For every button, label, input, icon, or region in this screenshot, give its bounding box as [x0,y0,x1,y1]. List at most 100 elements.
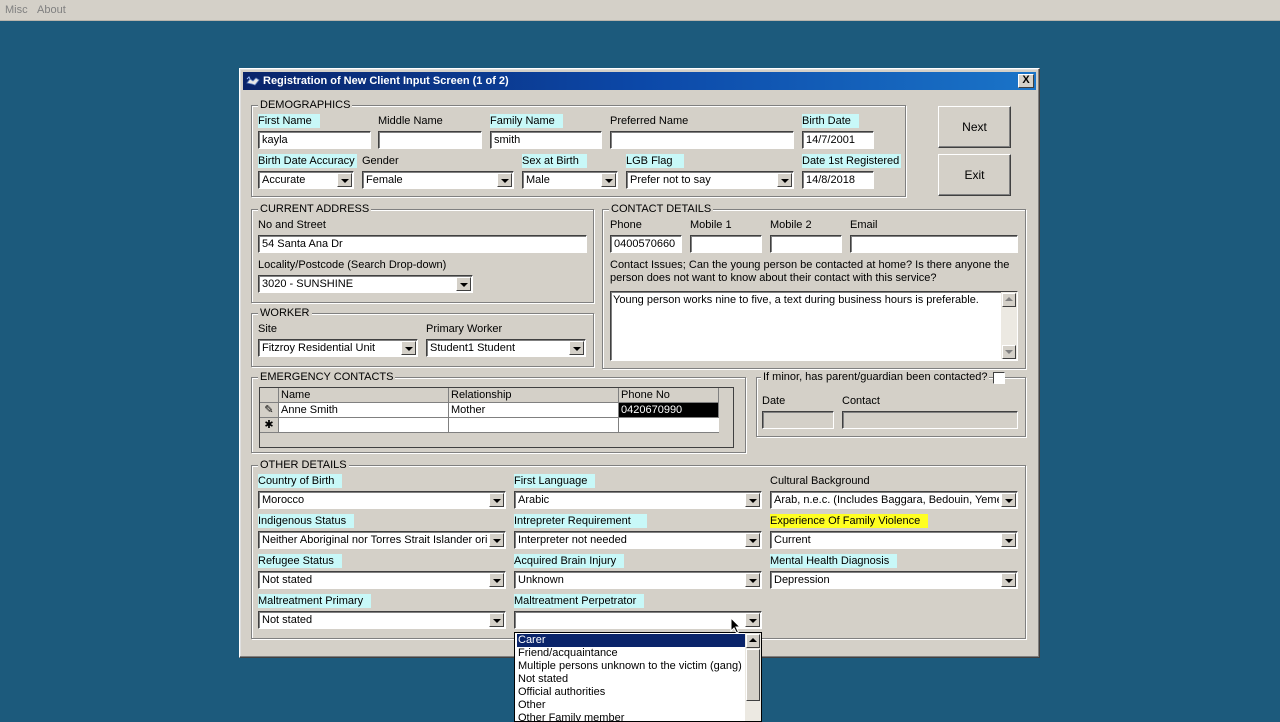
mental-health-select[interactable]: Depression [770,571,1018,589]
column-header-phone[interactable]: Phone No [619,388,719,403]
demographics-title: DEMOGRAPHICS [258,99,353,111]
indigenous-status-value: Neither Aboriginal nor Torres Strait Isl… [262,534,487,546]
contact-issues-label-2: person does not want to know about their… [610,272,937,284]
gender-select[interactable]: Female [362,171,514,189]
chevron-down-icon[interactable] [745,533,760,547]
lgb-flag-label: LGB Flag [626,154,685,168]
birth-date-accuracy-select[interactable]: Accurate [258,171,354,189]
maltreatment-perpetrator-dropdown[interactable]: Carer Friend/acquaintance Multiple perso… [514,632,762,722]
maltreatment-primary-select[interactable]: Not stated [258,611,506,629]
chevron-down-icon[interactable] [456,277,471,291]
chevron-down-icon[interactable] [497,173,512,187]
first-language-select[interactable]: Arabic [514,491,762,509]
new-row-name[interactable] [279,418,449,433]
guardian-date-input[interactable] [762,411,834,429]
menu-misc[interactable]: Misc [5,4,28,16]
dropdown-option[interactable]: Official authorities [517,686,747,699]
mobile2-input[interactable] [770,235,842,253]
street-input[interactable]: 54 Santa Ana Dr [258,235,587,253]
guardian-contact-input[interactable] [842,411,1018,429]
chevron-down-icon[interactable] [1001,493,1016,507]
dropdown-option[interactable]: Friend/acquaintance [517,647,747,660]
interpreter-label: Intrepreter Requirement [514,514,647,528]
contact-title: CONTACT DETAILS [609,203,714,215]
cultural-background-label: Cultural Background [770,475,870,487]
exit-button[interactable]: Exit [938,154,1011,196]
maltreatment-perpetrator-select[interactable] [514,611,762,629]
address-title: CURRENT ADDRESS [258,203,372,215]
emergency-contacts-grid: Name Relationship Phone No ✎ Anne Smith … [259,387,734,448]
lgb-flag-select[interactable]: Prefer not to say [626,171,794,189]
birth-date-input[interactable]: 14/7/2001 [802,131,874,149]
scroll-up-button[interactable] [1002,293,1016,307]
cultural-background-select[interactable]: Arab, n.e.c. (Includes Baggara, Bedouin,… [770,491,1018,509]
indigenous-status-select[interactable]: Neither Aboriginal nor Torres Strait Isl… [258,531,506,549]
brain-injury-select[interactable]: Unknown [514,571,762,589]
chevron-down-icon[interactable] [489,573,504,587]
refugee-status-select[interactable]: Not stated [258,571,506,589]
dropdown-option[interactable]: Not stated [517,673,747,686]
scroll-down-button[interactable] [1002,345,1016,359]
app-handshake-icon [246,76,260,86]
sex-at-birth-value: Male [526,174,550,186]
dropdown-option[interactable]: Carer [516,633,748,648]
menu-about[interactable]: About [37,4,66,16]
phone-input[interactable]: 0400570660 [610,235,682,253]
chevron-down-icon[interactable] [745,493,760,507]
contact-issues-text: Young person works nine to five, a text … [613,294,979,306]
middle-name-input[interactable] [378,131,482,149]
date-registered-input[interactable]: 14/8/2018 [802,171,874,189]
chevron-down-icon[interactable] [1001,533,1016,547]
guardian-contacted-checkbox[interactable] [993,372,1005,384]
chevron-down-icon[interactable] [1001,573,1016,587]
contact-issues-textarea[interactable]: Young person works nine to five, a text … [610,291,1018,361]
chevron-down-icon[interactable] [401,341,416,355]
textarea-scrollbar[interactable] [1001,292,1017,359]
family-violence-select[interactable]: Current [770,531,1018,549]
mobile1-input[interactable] [690,235,762,253]
title-bar[interactable]: Registration of New Client Input Screen … [243,72,1036,90]
gender-value: Female [366,174,403,186]
table-row-relationship[interactable]: Mother [449,403,619,418]
chevron-down-icon[interactable] [601,173,616,187]
column-header-relationship[interactable]: Relationship [449,388,619,403]
chevron-down-icon[interactable] [745,613,760,627]
new-row-asterisk-icon[interactable]: ✱ [260,418,279,433]
locality-select[interactable]: 3020 - SUNSHINE [258,275,473,293]
site-select[interactable]: Fitzroy Residential Unit [258,339,418,357]
new-row-phone[interactable] [619,418,719,433]
dropdown-option[interactable]: Other Family member [517,712,747,721]
emergency-title: EMERGENCY CONTACTS [258,371,396,383]
dropdown-scrollbar[interactable] [745,633,761,721]
dropdown-option[interactable]: Multiple persons unknown to the victim (… [517,660,747,673]
country-of-birth-select[interactable]: Morocco [258,491,506,509]
chevron-down-icon[interactable] [489,493,504,507]
email-input[interactable] [850,235,1018,253]
dropdown-scroll-thumb[interactable] [746,649,760,701]
primary-worker-select[interactable]: Student1 Student [426,339,586,357]
row-edit-icon[interactable]: ✎ [260,403,279,418]
email-label: Email [850,219,878,231]
table-row-name[interactable]: Anne Smith [279,403,449,418]
chevron-down-icon[interactable] [745,573,760,587]
chevron-down-icon[interactable] [489,533,504,547]
date-registered-label: Date 1st Registered [802,154,902,168]
interpreter-select[interactable]: Interpreter not needed [514,531,762,549]
sex-at-birth-select[interactable]: Male [522,171,618,189]
preferred-name-input[interactable] [610,131,794,149]
chevron-down-icon[interactable] [489,613,504,627]
chevron-down-icon[interactable] [569,341,584,355]
family-name-input[interactable]: smith [490,131,602,149]
mobile1-label: Mobile 1 [690,219,732,231]
new-row-relationship[interactable] [449,418,619,433]
dropdown-option[interactable]: Other [517,699,747,712]
chevron-down-icon[interactable] [337,173,352,187]
column-header-name[interactable]: Name [279,388,449,403]
dropdown-scroll-up-button[interactable] [746,634,760,648]
close-button[interactable]: X [1018,74,1034,88]
family-violence-label: Experience Of Family Violence [770,514,929,528]
table-row-phone[interactable]: 0420670990 [619,403,719,418]
next-button[interactable]: Next [938,106,1011,148]
chevron-down-icon[interactable] [777,173,792,187]
first-name-input[interactable]: kayla [258,131,371,149]
